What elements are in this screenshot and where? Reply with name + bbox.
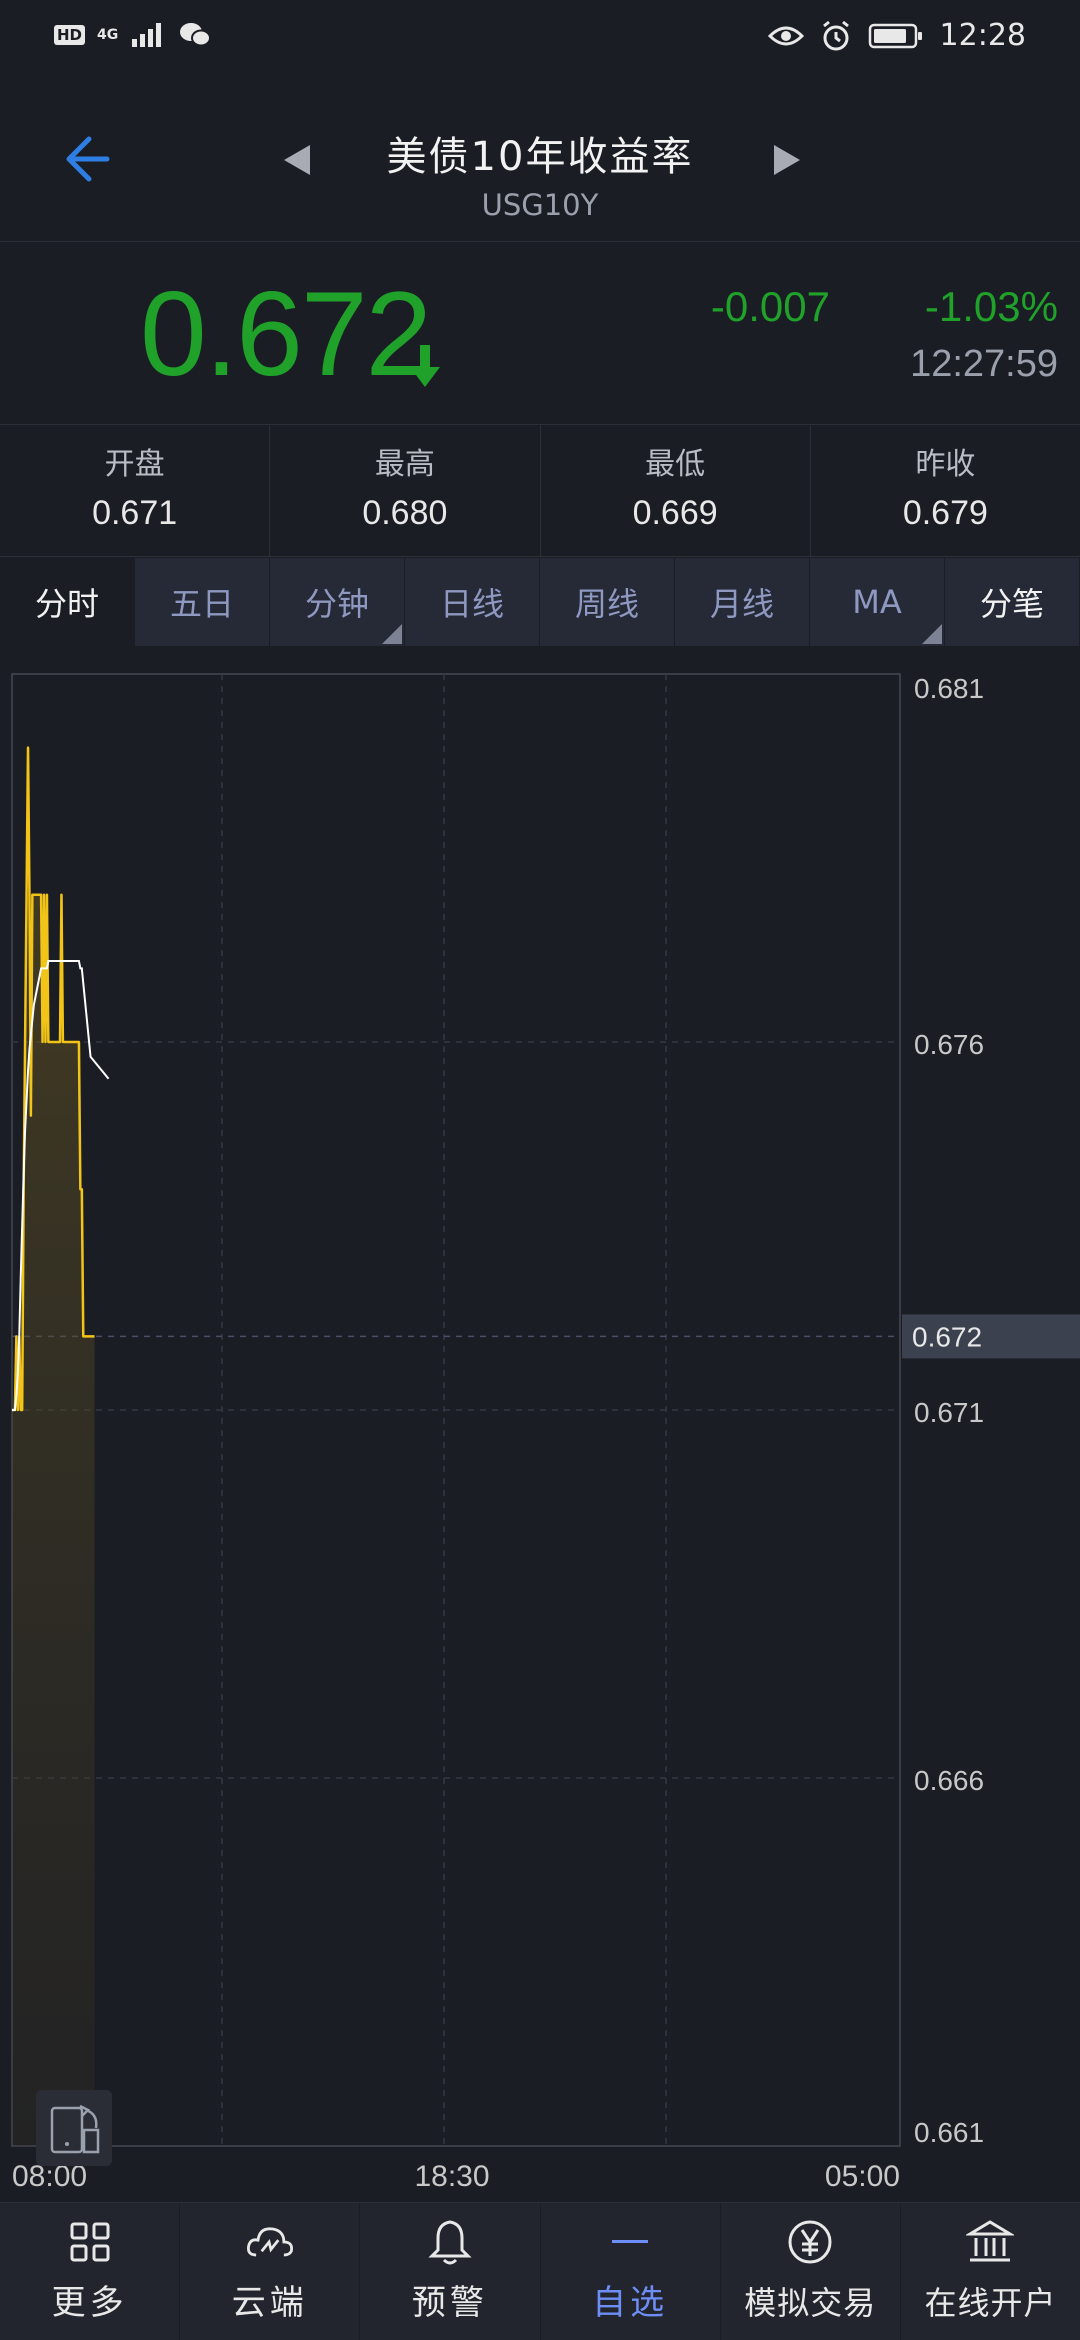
nav-more-label: 更多 xyxy=(51,2283,128,2323)
intraday-chart[interactable]: 0.681 0.676 0.671 0.666 0.661 0.672 08:00 18:30… xyxy=(0,660,1080,2200)
back-button[interactable] xyxy=(50,124,120,194)
bottom-nav: 更多 云端 预警 自选 模拟交易 在线开户 xyxy=(0,2202,1080,2340)
triangle-right-icon xyxy=(774,145,800,175)
quote-panel: 0.672 -0.007 -1.03% 12:27:59 xyxy=(0,243,1080,425)
prev-close-value: 0.679 xyxy=(902,494,988,532)
page-title: 美债10年收益率 xyxy=(386,134,694,180)
header: 美债10年收益率 USG10Y xyxy=(0,72,1080,242)
wechat-icon xyxy=(180,23,212,47)
y-tick-label: 0.661 xyxy=(914,2117,984,2148)
rotate-icon xyxy=(50,2104,100,2154)
dropdown-corner-icon xyxy=(382,624,402,644)
prev-close-cell: 昨收 0.679 xyxy=(811,425,1080,556)
bank-icon xyxy=(966,2220,1015,2262)
tab-weekly[interactable]: 周线 xyxy=(540,558,675,646)
tab-intraday[interactable]: 分时 xyxy=(0,558,135,646)
nav-watchlist-label: 自选 xyxy=(592,2283,669,2323)
tab-monthly-label: 月线 xyxy=(709,585,774,623)
tab-ma[interactable]: MA xyxy=(810,558,945,646)
low-value: 0.669 xyxy=(632,494,718,532)
grid-icon xyxy=(70,2222,110,2262)
arrow-down-icon xyxy=(410,345,440,387)
ohlc-panel: 开盘 0.671 最高 0.680 最低 0.669 昨收 0.679 xyxy=(0,425,1080,557)
nav-alert-label: 预警 xyxy=(411,2283,488,2323)
high-cell: 最高 0.680 xyxy=(270,425,541,556)
price-change-percent: -1.03% xyxy=(924,283,1058,330)
chart-grid xyxy=(12,674,900,2146)
y-tick-label: 0.676 xyxy=(914,1029,984,1060)
y-tick-label: 0.666 xyxy=(914,1765,984,1796)
chart-svg: 0.6810.6760.6710.6660.6610.67208:00 18:30… xyxy=(11,673,1080,2193)
x-tick-label: 18:30 xyxy=(414,2160,489,2193)
next-symbol-button[interactable] xyxy=(762,130,812,190)
tab-intraday-label: 分时 xyxy=(34,585,99,623)
nav-cloud-label: 云端 xyxy=(231,2283,308,2323)
triangle-left-icon xyxy=(284,145,310,175)
nav-sim-trade[interactable]: 模拟交易 xyxy=(721,2203,901,2340)
price-area-fill xyxy=(12,747,95,2146)
x-tick-label: 05:00 xyxy=(825,2160,900,2193)
high-label: 最高 xyxy=(374,447,435,482)
tab-daily[interactable]: 日线 xyxy=(405,558,540,646)
nav-open-account[interactable]: 在线开户 xyxy=(901,2203,1080,2340)
chart-period-tabs: 分时 五日 分钟 日线 周线 月线 MA 分笔 xyxy=(0,558,1080,646)
tab-five-day[interactable]: 五日 xyxy=(135,558,270,646)
price-change: -0.007 xyxy=(710,283,830,330)
status-bar: HD 4G 12:28 xyxy=(0,0,1080,72)
tab-ma-label: MA xyxy=(852,583,902,621)
open-label: 开盘 xyxy=(104,447,165,482)
tab-weekly-label: 周线 xyxy=(574,585,639,623)
alarm-icon xyxy=(822,20,849,51)
open-value: 0.671 xyxy=(92,494,178,532)
tab-monthly[interactable]: 月线 xyxy=(675,558,810,646)
tab-minute-label: 分钟 xyxy=(304,585,369,623)
eye-icon xyxy=(767,26,804,46)
low-cell: 最低 0.669 xyxy=(541,425,811,556)
y-tick-label: 0.681 xyxy=(914,673,984,704)
current-price-label: 0.672 xyxy=(912,1321,982,1352)
yen-icon xyxy=(788,2220,832,2264)
quote-time: 12:27:59 xyxy=(910,343,1058,385)
open-cell: 开盘 0.671 xyxy=(0,425,271,556)
bell-icon xyxy=(428,2220,472,2265)
tab-five-day-label: 五日 xyxy=(169,585,234,623)
network-type: 4G xyxy=(97,27,119,43)
tab-tick[interactable]: 分笔 xyxy=(945,558,1080,646)
tab-daily-label: 日线 xyxy=(439,585,504,623)
prev-close-label: 昨收 xyxy=(915,447,976,482)
chart-marks xyxy=(12,746,110,2146)
nav-watchlist[interactable]: 自选 xyxy=(541,2203,721,2340)
nav-sim-trade-label: 模拟交易 xyxy=(744,2284,877,2322)
high-value: 0.680 xyxy=(362,494,448,532)
tab-tick-label: 分笔 xyxy=(979,585,1044,623)
battery-icon xyxy=(868,23,922,49)
symbol-code: USG10Y xyxy=(481,188,599,222)
dropdown-corner-icon xyxy=(922,624,942,644)
nav-alert[interactable]: 预警 xyxy=(360,2203,541,2340)
prev-symbol-button[interactable] xyxy=(272,130,322,190)
y-tick-label: 0.671 xyxy=(914,1397,984,1428)
dash-icon xyxy=(612,2240,649,2243)
low-label: 最低 xyxy=(645,447,706,482)
arrow-left-icon xyxy=(66,136,110,182)
nav-cloud[interactable]: 云端 xyxy=(180,2203,361,2340)
status-time: 12:28 xyxy=(939,18,1026,53)
hd-badge: HD xyxy=(54,25,86,45)
signal-icon xyxy=(132,23,162,47)
cloud-icon xyxy=(246,2227,293,2257)
rotate-screen-button[interactable] xyxy=(36,2090,112,2166)
nav-open-account-label: 在线开户 xyxy=(924,2284,1057,2322)
tab-minute[interactable]: 分钟 xyxy=(270,558,405,646)
current-price: 0.672 xyxy=(140,267,432,401)
nav-more[interactable]: 更多 xyxy=(0,2203,181,2340)
chart-labels: 0.6810.6760.6710.6660.6610.67208:00 18:30… xyxy=(12,673,1080,2193)
